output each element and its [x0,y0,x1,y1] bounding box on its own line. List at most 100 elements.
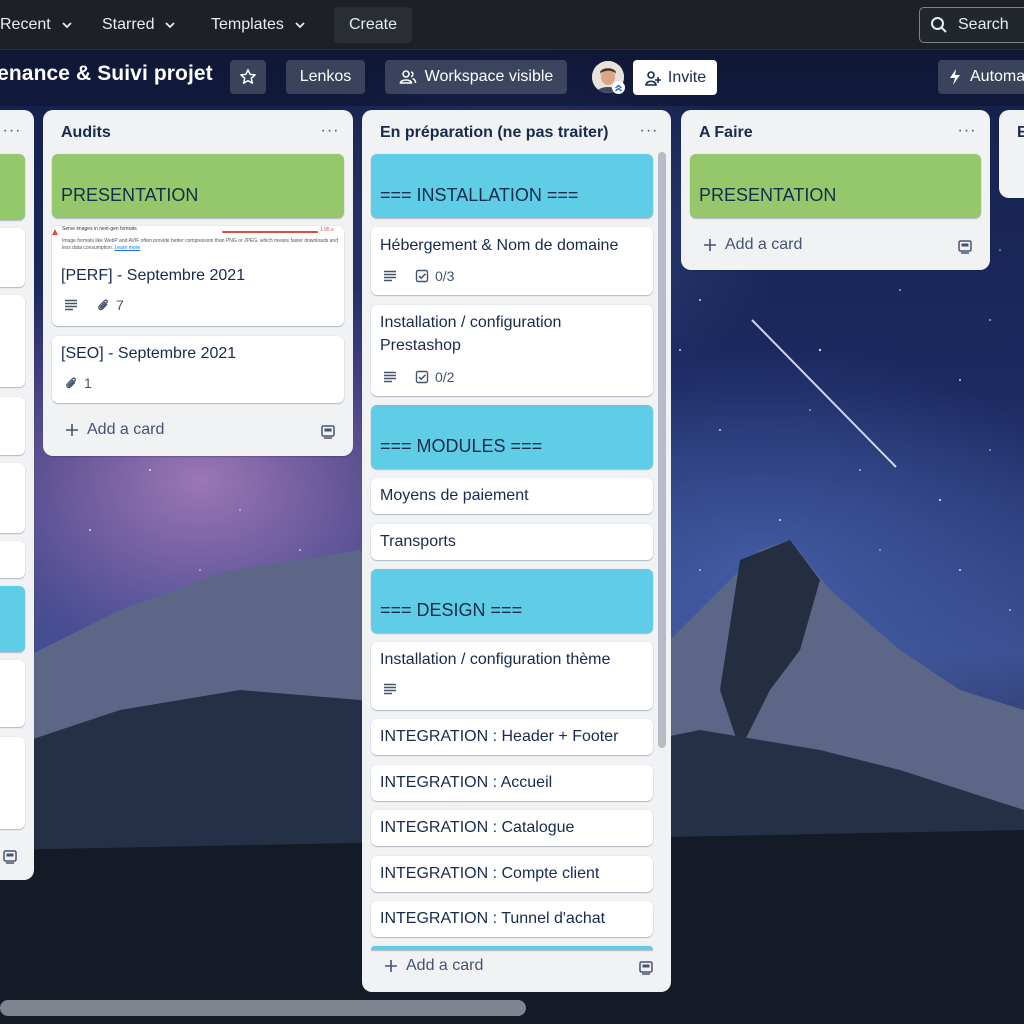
board-horizontal-scrollbar[interactable] [0,1000,526,1016]
checklist-icon [415,370,429,384]
card-title: === DESIGN === [380,600,523,620]
list-previous: ··· [0,110,34,880]
card-cover[interactable] [0,586,25,652]
card-section-design[interactable]: === DESIGN === [371,569,653,633]
card-integration-tunnel[interactable]: INTEGRATION : Tunnel d'achat [371,901,653,937]
card-title: INTEGRATION : Catalogue [380,819,575,836]
add-card-button[interactable]: Add a card [65,421,164,439]
list-menu-button[interactable]: ··· [955,122,979,142]
add-card-button[interactable]: Add a card [703,236,802,254]
nav-starred[interactable]: Starred [94,9,184,41]
automation-label: Automa [970,68,1024,85]
chevron-up-double-icon [615,84,622,92]
card-integration-accueil[interactable]: INTEGRATION : Accueil [371,765,653,801]
card[interactable] [0,295,25,387]
card-partial[interactable] [371,946,653,950]
plus-icon [385,960,397,972]
list-title[interactable]: E [1017,124,1024,142]
preview-text: Image formats like WebP and AVIF often p… [62,238,338,252]
checklist-icon [415,269,429,283]
search-placeholder: Search [958,16,1009,33]
add-card-label: Add a card [87,421,165,438]
card[interactable] [0,737,25,829]
list-title[interactable]: Audits [61,124,111,142]
preview-heading: Serve images in next-gen formats [62,226,137,232]
attachment-count: 7 [116,297,124,313]
card[interactable] [0,541,25,578]
card-title-line-1: Installation / configuration [380,314,562,331]
people-icon [399,70,416,84]
card-cover-image: Serve images in next-gen formats 1.95 s … [52,226,344,260]
list-next: E [999,110,1024,198]
automation-button[interactable]: Automa [938,60,1024,94]
card-template-icon[interactable] [957,238,973,254]
search-input[interactable]: Search [919,7,1024,43]
add-card-button[interactable]: Add a card [384,957,483,975]
list-menu-button[interactable]: ··· [0,122,24,142]
card-integration-header[interactable]: INTEGRATION : Header + Footer [371,719,653,755]
card-title: INTEGRATION : Header + Footer [380,728,619,745]
card-perf[interactable]: Serve images in next-gen formats 1.95 s … [52,226,344,326]
list-menu-button[interactable]: ··· [318,122,342,142]
nav-templates[interactable]: Templates [203,9,314,41]
attachment-count: 1 [84,375,92,391]
chevron-down-icon [62,22,72,29]
card[interactable] [0,660,25,727]
card-installation-prestashop[interactable]: Installation / configuration Prestashop … [371,305,653,396]
preview-link: Learn more [114,245,141,251]
card-template-icon[interactable] [638,959,654,975]
list-a-faire: A Faire ··· PRESENTATION Add a card [681,110,990,270]
card-badges: 7 [64,297,124,313]
card[interactable] [0,228,25,287]
nav-recent[interactable]: Recent [0,9,81,41]
list-scrollbar[interactable] [658,152,666,748]
card-title: [SEO] - Septembre 2021 [61,345,237,362]
plus-icon [704,239,716,251]
card-badges: 0/3 [383,268,454,284]
card-title: [PERF] - Septembre 2021 [61,267,246,284]
card-moyens-paiement[interactable]: Moyens de paiement [371,478,653,514]
card-config-theme[interactable]: Installation / configuration thème [371,642,653,710]
card-badges: 0/2 [383,369,454,385]
invite-label: Invite [667,68,707,86]
card-presentation[interactable]: PRESENTATION [52,154,344,218]
card-title: INTEGRATION : Accueil [380,774,553,791]
shooting-star [751,319,897,468]
card[interactable] [0,397,25,455]
card-title: === MODULES === [380,436,543,456]
list-title[interactable]: A Faire [699,124,753,142]
card-integration-catalogue[interactable]: INTEGRATION : Catalogue [371,810,653,846]
card-template-icon[interactable] [2,848,18,864]
list-title[interactable]: En préparation (ne pas traiter) [380,124,609,142]
card-title: Hébergement & Nom de domaine [380,237,619,254]
nav-recent-label: Recent [0,16,51,33]
card-hebergement[interactable]: Hébergement & Nom de domaine 0/3 [371,227,653,295]
create-button[interactable]: Create [334,7,412,43]
card-section-installation[interactable]: === INSTALLATION === [371,154,653,218]
invite-button[interactable]: Invite [633,60,717,95]
card-section-modules[interactable]: === MODULES === [371,405,653,469]
search-icon [931,17,947,33]
workspace-button[interactable]: Lenkos [286,60,365,94]
visibility-label: Workspace visible [424,68,554,85]
card-transports[interactable]: Transports [371,524,653,560]
card-title: PRESENTATION [699,185,837,205]
plus-icon [66,424,78,436]
star-board-button[interactable] [230,60,266,94]
list-menu-button[interactable]: ··· [637,122,661,142]
card[interactable] [0,463,25,533]
add-user-icon [644,70,661,86]
add-card-label: Add a card [406,957,484,974]
preview-value: 1.95 s [320,227,334,233]
preview-bar [222,231,318,233]
card-badges [383,683,397,695]
board-title[interactable]: tenance & Suivi projet [0,62,213,86]
card-cover[interactable] [0,154,25,220]
card-title-line-2: Prestashop [380,337,461,354]
card-template-icon[interactable] [320,423,336,439]
attachment-badge: 7 [96,297,124,313]
card-seo[interactable]: [SEO] - Septembre 2021 1 [52,336,344,403]
card-presentation[interactable]: PRESENTATION [690,154,981,218]
card-integration-compte[interactable]: INTEGRATION : Compte client [371,856,653,892]
visibility-button[interactable]: Workspace visible [385,60,567,94]
